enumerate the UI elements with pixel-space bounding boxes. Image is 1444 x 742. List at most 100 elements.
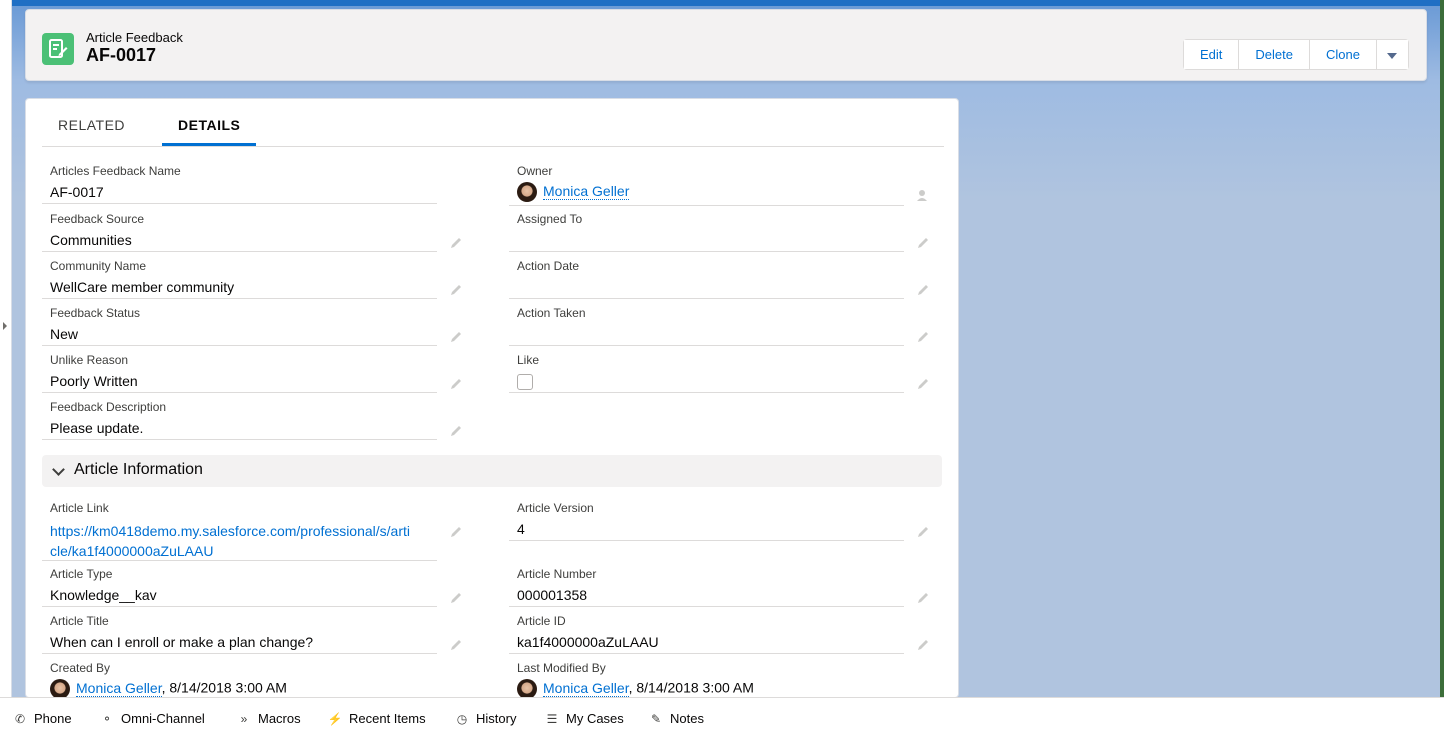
utility-macros[interactable]: » Macros (236, 711, 301, 726)
utility-my-cases[interactable]: ☰ My Cases (544, 711, 624, 726)
field-value: New (50, 326, 79, 342)
record-header: Article Feedback AF-0017 Edit Delete Clo… (25, 9, 1427, 81)
field-article-link: Article Link https://km0418demo.my.sales… (42, 501, 437, 561)
field-value: ka1f4000000aZuLAAU (517, 634, 659, 650)
field-articles-feedback-name: Articles Feedback Name AF-0017 (42, 164, 437, 204)
utility-label: Recent Items (349, 711, 426, 726)
edit-pencil-icon[interactable] (449, 525, 463, 539)
field-label: Assigned To (517, 212, 583, 226)
record-title: AF-0017 (86, 45, 157, 65)
field-feedback-description: Feedback Description Please update. (42, 400, 437, 440)
edit-pencil-icon[interactable] (916, 591, 930, 605)
field-label: Article Type (50, 567, 113, 581)
notes-icon: ✎ (650, 712, 662, 726)
edit-pencil-icon[interactable] (916, 283, 930, 297)
field-feedback-status: Feedback Status New (42, 306, 437, 346)
field-article-version: Article Version 4 (509, 501, 904, 541)
owner-link[interactable]: Monica Geller (543, 182, 630, 200)
article-link-line2: cle/ka1f4000000aZuLAAU (50, 543, 214, 559)
avatar (517, 679, 537, 697)
record-detail-card: RELATED DETAILS Articles Feedback Name A… (25, 98, 959, 698)
avatar (517, 182, 537, 202)
utility-bar: ✆ Phone ⚬ Omni-Channel » Macros ⚡ Recent Ite… (0, 697, 1444, 742)
edit-pencil-icon[interactable] (449, 236, 463, 250)
phone-icon: ✆ (14, 712, 26, 726)
field-community-name: Community Name WellCare member community (42, 259, 437, 299)
field-article-type: Article Type Knowledge__kav (42, 567, 437, 607)
field-value: 000001358 (517, 587, 588, 603)
field-label: Articles Feedback Name (50, 164, 181, 178)
field-label: Unlike Reason (50, 353, 129, 367)
field-article-title: Article Title When can I enroll or make … (42, 614, 437, 654)
utility-label: History (476, 711, 517, 726)
chevron-down-icon (1386, 53, 1397, 59)
utility-label: My Cases (566, 711, 624, 726)
field-label: Action Taken (517, 306, 586, 320)
expand-handle-icon[interactable] (3, 322, 7, 330)
edit-pencil-icon[interactable] (449, 377, 463, 391)
edit-pencil-icon[interactable] (916, 377, 930, 391)
field-feedback-source: Feedback Source Communities (42, 212, 437, 252)
macros-icon: » (240, 712, 248, 726)
clone-button[interactable]: Clone (1309, 40, 1377, 69)
active-tab-indicator (162, 143, 256, 146)
edit-pencil-icon[interactable] (916, 236, 930, 250)
article-feedback-icon (42, 33, 74, 65)
utility-recent-items[interactable]: ⚡ Recent Items (327, 711, 426, 726)
field-label: Feedback Description (50, 400, 167, 414)
chevron-down-icon (52, 463, 65, 476)
field-value: 4 (517, 521, 525, 537)
field-created-by: Created By Monica Geller, 8/14/2018 3:00… (42, 661, 437, 697)
field-value: WellCare member community (50, 279, 235, 295)
action-button-group: Edit Delete Clone (1183, 39, 1409, 70)
tab-details[interactable]: DETAILS (178, 117, 240, 133)
clock-icon: ◷ (456, 712, 468, 726)
edit-pencil-icon[interactable] (449, 638, 463, 652)
utility-label: Omni-Channel (121, 711, 205, 726)
utility-label: Phone (34, 711, 72, 726)
article-link[interactable]: https://km0418demo.my.salesforce.com/pro… (50, 523, 410, 559)
field-like: Like (509, 353, 904, 393)
delete-button[interactable]: Delete (1239, 40, 1310, 69)
field-label: Feedback Status (50, 306, 141, 320)
utility-phone[interactable]: ✆ Phone (12, 711, 72, 726)
utility-notes[interactable]: ✎ Notes (648, 711, 704, 726)
utility-label: Macros (258, 711, 301, 726)
edit-pencil-icon[interactable] (449, 591, 463, 605)
field-value: Poorly Written (50, 373, 138, 389)
edit-pencil-icon[interactable] (449, 424, 463, 438)
field-label: Action Date (517, 259, 580, 273)
field-value: AF-0017 (50, 184, 104, 200)
like-checkbox[interactable] (517, 374, 533, 390)
field-label: Owner (517, 164, 553, 178)
right-edge-strip (1440, 0, 1444, 742)
lightning-icon: ⚡ (327, 712, 343, 726)
edit-pencil-icon[interactable] (449, 283, 463, 297)
utility-history[interactable]: ◷ History (454, 711, 517, 726)
change-owner-icon[interactable] (916, 188, 930, 202)
field-label: Community Name (50, 259, 147, 273)
field-assigned-to: Assigned To (509, 212, 904, 252)
edit-pencil-icon[interactable] (449, 330, 463, 344)
field-label: Created By (50, 661, 111, 675)
utility-omni-channel[interactable]: ⚬ Omni-Channel (99, 711, 205, 726)
edit-pencil-icon[interactable] (916, 330, 930, 344)
field-value: Communities (50, 232, 132, 248)
field-owner: Owner Monica Geller (509, 164, 904, 206)
created-date: , 8/14/2018 3:00 AM (161, 679, 287, 696)
field-action-taken: Action Taken (509, 306, 904, 346)
created-by-link[interactable]: Monica Geller (76, 679, 162, 697)
modified-date: , 8/14/2018 3:00 AM (628, 679, 754, 696)
article-information-section-header[interactable]: Article Information (42, 455, 942, 487)
field-label: Article Number (517, 567, 597, 581)
field-value: Please update. (50, 420, 144, 436)
more-actions-button[interactable] (1376, 40, 1408, 69)
avatar (50, 679, 70, 697)
left-collapse-bar[interactable] (0, 0, 12, 742)
edit-pencil-icon[interactable] (916, 525, 930, 539)
last-modified-by-link[interactable]: Monica Geller (543, 679, 629, 697)
edit-pencil-icon[interactable] (916, 638, 930, 652)
field-label: Like (517, 353, 540, 367)
edit-button[interactable]: Edit (1184, 40, 1240, 69)
tab-related[interactable]: RELATED (58, 117, 125, 133)
